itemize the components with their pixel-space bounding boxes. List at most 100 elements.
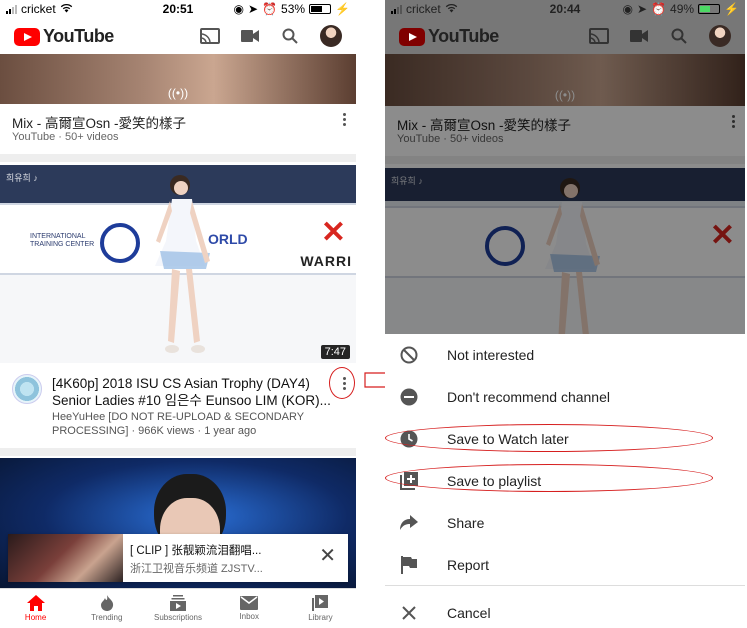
miniplayer-close-icon[interactable]: ✕ — [319, 546, 336, 566]
channel-avatar[interactable] — [12, 374, 42, 404]
close-icon — [399, 603, 419, 623]
video-thumbnail[interactable]: 희유희 ♪ ✕ — [385, 168, 745, 334]
youtube-logo[interactable]: YouTube — [14, 26, 114, 47]
nav-home[interactable]: Home — [0, 589, 71, 628]
charging-icon: ⚡ — [724, 2, 739, 16]
search-icon[interactable] — [280, 26, 300, 46]
status-right: ◉ ➤ ⏰ 53% ⚡ — [234, 2, 350, 16]
mix-more-icon[interactable] — [729, 115, 737, 128]
youtube-play-icon — [14, 27, 40, 46]
camera-icon[interactable] — [240, 26, 260, 46]
annotation-ellipse-playlist — [385, 464, 713, 492]
library-icon — [312, 595, 329, 611]
charging-icon: ⚡ — [335, 2, 350, 16]
mix-radio-icon: ((•)) — [167, 86, 189, 100]
location-icon: ◉ — [622, 2, 633, 16]
divider — [0, 448, 356, 456]
nav-label: Trending — [91, 613, 123, 622]
menu-label: Share — [447, 515, 485, 531]
miniplayer-channel: 浙江卫视音乐频道 ZJSTV... — [130, 563, 263, 575]
video-title[interactable]: [4K60p] 2018 ISU CS Asian Trophy (DAY4) … — [52, 375, 337, 409]
home-icon — [26, 595, 45, 611]
nav-arrow-icon: ➤ — [637, 2, 648, 16]
brand-x-logo: ✕ — [709, 219, 735, 252]
app-header: YouTube — [0, 18, 356, 54]
logo-text: YouTube — [428, 26, 499, 46]
status-bar: cricket 20:51 ◉ ➤ ⏰ 53% ⚡ — [0, 0, 356, 18]
menu-label: Report — [447, 557, 490, 573]
block-icon — [399, 345, 419, 365]
nav-label: Home — [24, 613, 47, 622]
divider — [0, 154, 356, 162]
divider — [385, 156, 745, 164]
miniplayer-title: [ CLIP ] 张靓颖流泪翻唱... — [130, 545, 262, 557]
video-duration: 7:47 — [320, 345, 350, 359]
menu-dont-recommend[interactable]: Don't recommend channel — [385, 376, 745, 418]
cast-icon[interactable] — [589, 26, 609, 46]
account-avatar[interactable] — [709, 25, 731, 47]
subscriptions-icon — [170, 595, 186, 611]
menu-report[interactable]: Report — [385, 544, 745, 586]
mix-radio-icon: ((•)) — [554, 88, 576, 102]
bottom-nav: Home Trending Subscriptions Inbox Librar… — [0, 588, 356, 628]
mix-thumbnail[interactable]: ((•)) — [385, 54, 745, 106]
mix-more-icon[interactable] — [340, 113, 348, 126]
annotation-ellipse-watch-later — [385, 424, 713, 452]
nav-subscriptions[interactable]: Subscriptions — [142, 589, 213, 628]
mix-title[interactable]: Mix - 高爾宣Osn -愛笑的樣子 — [12, 112, 186, 132]
nav-arrow-icon: ➤ — [248, 2, 259, 16]
banner-brand2: WARRI — [300, 253, 352, 269]
nav-label: Inbox — [239, 612, 259, 621]
battery-percent: 49% — [670, 2, 695, 16]
search-icon[interactable] — [669, 26, 689, 46]
nav-inbox[interactable]: Inbox — [214, 589, 285, 628]
thumbnail-watermark: 희유희 ♪ — [6, 173, 38, 183]
flag-icon — [399, 555, 419, 575]
nav-trending[interactable]: Trending — [71, 589, 142, 628]
emblem-icon — [100, 223, 140, 263]
skater-figure — [155, 175, 210, 353]
mail-icon — [240, 596, 259, 610]
status-right: ◉ ➤ ⏰ 49% ⚡ — [623, 2, 739, 16]
battery-icon — [309, 4, 332, 14]
right-phone-screen: cricket 20:44 ◉ ➤ ⏰ 49% ⚡ YouTube ((•)) … — [385, 0, 745, 628]
menu-share[interactable]: Share — [385, 502, 745, 544]
youtube-logo[interactable]: YouTube — [399, 26, 499, 47]
annotation-circle — [329, 367, 355, 399]
menu-cancel[interactable]: Cancel — [385, 592, 745, 628]
miniplayer[interactable]: [ CLIP ] 张靓颖流泪翻唱... 浙江卫视音乐频道 ZJSTV... ✕ — [8, 534, 348, 582]
status-bar: cricket 20:44 ◉ ➤ ⏰ 49% ⚡ — [385, 0, 745, 18]
menu-label: Cancel — [447, 605, 491, 621]
brand-x-logo: ✕ — [320, 216, 346, 249]
location-icon: ◉ — [233, 2, 244, 16]
fire-icon — [100, 595, 113, 611]
skater-figure — [545, 178, 600, 334]
emblem-icon — [485, 226, 525, 266]
left-phone-screen: cricket 20:51 ◉ ➤ ⏰ 53% ⚡ YouTube ((•)) … — [0, 0, 356, 628]
share-icon — [399, 513, 419, 533]
banner-text: INTERNATIONAL TRAINING CENTER — [30, 233, 95, 248]
mix-subtitle: YouTube · 50+ videos — [12, 131, 119, 143]
youtube-play-icon — [399, 27, 425, 46]
cast-icon[interactable] — [200, 26, 220, 46]
video-thumbnail[interactable]: 희유희 ♪ INTERNATIONAL TRAINING CENTER ORLD… — [0, 165, 356, 363]
menu-not-interested[interactable]: Not interested — [385, 334, 745, 376]
remove-circle-icon — [399, 387, 419, 407]
battery-percent: 53% — [281, 2, 306, 16]
nav-label: Subscriptions — [153, 613, 203, 622]
account-avatar[interactable] — [320, 25, 342, 47]
mix-title[interactable]: Mix - 高爾宣Osn -愛笑的樣子 — [397, 114, 571, 134]
logo-text: YouTube — [43, 26, 114, 46]
alarm-icon: ⏰ — [262, 2, 278, 16]
thumbnail-watermark: 희유희 ♪ — [391, 176, 423, 186]
miniplayer-thumbnail[interactable] — [8, 534, 123, 582]
menu-label: Not interested — [447, 347, 535, 363]
mix-thumbnail[interactable]: ((•)) — [0, 54, 356, 104]
menu-label: Don't recommend channel — [447, 389, 610, 405]
alarm-icon: ⏰ — [651, 2, 667, 16]
divider — [385, 585, 745, 586]
video-meta: HeeYuHee [DO NOT RE-UPLOAD & SECONDARY P… — [52, 411, 304, 437]
camera-icon[interactable] — [629, 26, 649, 46]
battery-icon — [698, 4, 721, 14]
nav-library[interactable]: Library — [285, 589, 356, 628]
